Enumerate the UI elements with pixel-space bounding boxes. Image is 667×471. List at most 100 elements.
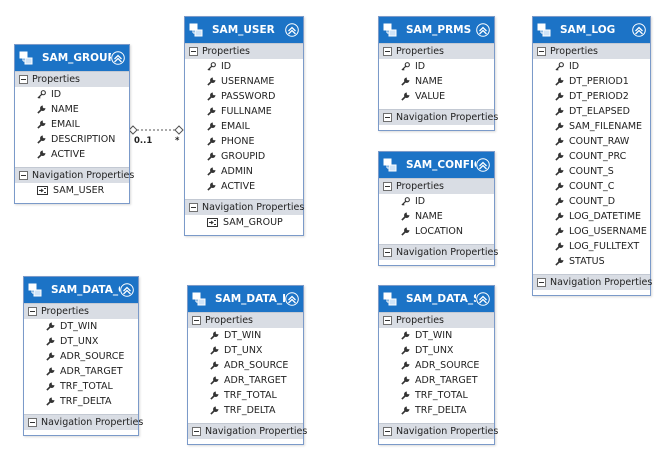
property-item[interactable]: ID xyxy=(185,59,303,74)
entity-sam-config[interactable]: SAM_CONFIG Properties ID NAME LOCATION Naviga… xyxy=(378,151,498,266)
collapse-chevron-icon[interactable] xyxy=(285,292,299,306)
property-item[interactable]: EMAIL xyxy=(185,119,303,134)
collapse-box-icon[interactable] xyxy=(383,182,392,191)
collapse-box-icon[interactable] xyxy=(19,171,28,180)
property-item[interactable]: COUNT_RAW xyxy=(533,134,650,149)
collapse-box-icon[interactable] xyxy=(192,316,201,325)
properties-section-header[interactable]: Properties xyxy=(533,43,650,59)
property-item[interactable]: DT_UNX xyxy=(188,343,303,358)
collapse-box-icon[interactable] xyxy=(189,47,198,56)
property-item[interactable]: DT_PERIOD1 xyxy=(533,74,650,89)
property-item[interactable]: ADR_SOURCE xyxy=(188,358,303,373)
collapse-box-icon[interactable] xyxy=(537,278,546,287)
collapse-chevron-icon[interactable] xyxy=(632,23,646,37)
property-item[interactable]: ADR_TARGET xyxy=(379,373,494,388)
property-item[interactable]: DT_WIN xyxy=(188,328,303,343)
collapse-box-icon[interactable] xyxy=(383,113,392,122)
navigation-section-header[interactable]: Navigation Properties xyxy=(379,244,498,260)
navigation-section-header[interactable]: Navigation Properties xyxy=(533,274,652,290)
entity-sam-user[interactable]: SAM_USER Properties ID USERNAME PASSWORD FULL… xyxy=(184,16,304,236)
property-item[interactable]: ADR_SOURCE xyxy=(24,349,138,364)
properties-section-header[interactable]: Properties xyxy=(379,312,494,328)
navigation-section-header[interactable]: Navigation Properties xyxy=(185,199,304,215)
property-item[interactable]: LOG_DATETIME xyxy=(533,209,650,224)
property-item[interactable]: LOG_FULLTEXT xyxy=(533,239,650,254)
entity-sam-data-c[interactable]: SAM_DATA_C Properties DT_WIN DT_UNX ADR_SOUR… xyxy=(23,276,143,436)
collapse-box-icon[interactable] xyxy=(189,203,198,212)
property-item[interactable]: TRF_DELTA xyxy=(188,403,303,418)
property-item[interactable]: ID xyxy=(379,59,494,74)
property-item[interactable]: ID xyxy=(15,87,129,102)
property-item[interactable]: COUNT_PRC xyxy=(533,149,650,164)
navigation-section-header[interactable]: Navigation Properties xyxy=(379,109,498,125)
properties-section-header[interactable]: Properties xyxy=(15,71,129,87)
property-item[interactable]: TRF_DELTA xyxy=(379,403,494,418)
collapse-chevron-icon[interactable] xyxy=(120,283,134,297)
property-item[interactable]: TRF_TOTAL xyxy=(24,379,138,394)
property-item[interactable]: NAME xyxy=(379,209,494,224)
navigation-section-header[interactable]: Navigation Properties xyxy=(379,423,498,439)
entity-sam-log[interactable]: SAM_LOG Properties ID DT_PERIOD1 DT_PERIOD2 D… xyxy=(532,16,652,296)
properties-section-header[interactable]: Properties xyxy=(379,178,494,194)
property-item[interactable]: DESCRIPTION xyxy=(15,132,129,147)
collapse-box-icon[interactable] xyxy=(19,75,28,84)
collapse-chevron-icon[interactable] xyxy=(476,292,490,306)
property-item[interactable]: DT_WIN xyxy=(24,319,138,334)
collapse-box-icon[interactable] xyxy=(192,427,201,436)
property-item[interactable]: ADR_SOURCE xyxy=(379,358,494,373)
navigation-section-header[interactable]: Navigation Properties xyxy=(15,167,134,183)
entity-sam-data-s[interactable]: SAM_DATA_S Properties DT_WIN DT_UNX ADR_SOUR… xyxy=(378,285,498,445)
property-item[interactable]: VALUE xyxy=(379,89,494,104)
navigation-item[interactable]: SAM_USER xyxy=(15,183,129,198)
entity-sam-data-d[interactable]: SAM_DATA_D Properties DT_WIN DT_UNX ADR_SOUR… xyxy=(187,285,307,445)
property-item[interactable]: COUNT_S xyxy=(533,164,650,179)
property-item[interactable]: PHONE xyxy=(185,134,303,149)
property-item[interactable]: GROUPID xyxy=(185,149,303,164)
property-item[interactable]: SAM_FILENAME xyxy=(533,119,650,134)
navigation-section-header[interactable]: Navigation Properties xyxy=(188,423,307,439)
collapse-box-icon[interactable] xyxy=(28,307,37,316)
property-item[interactable]: ADMIN xyxy=(185,164,303,179)
collapse-box-icon[interactable] xyxy=(537,47,546,56)
entity-sam-group[interactable]: SAM_GROUP Properties ID NAME EMAIL DESCRIPTIO… xyxy=(14,44,134,204)
property-item[interactable]: TRF_TOTAL xyxy=(379,388,494,403)
collapse-box-icon[interactable] xyxy=(28,418,37,427)
property-item[interactable]: DT_UNX xyxy=(24,334,138,349)
property-item[interactable]: COUNT_C xyxy=(533,179,650,194)
property-item[interactable]: ACTIVE xyxy=(15,147,129,162)
property-item[interactable]: EMAIL xyxy=(15,117,129,132)
properties-section-header[interactable]: Properties xyxy=(188,312,303,328)
collapse-chevron-icon[interactable] xyxy=(476,23,490,37)
collapse-box-icon[interactable] xyxy=(383,316,392,325)
properties-section-header[interactable]: Properties xyxy=(24,303,138,319)
property-item[interactable]: DT_WIN xyxy=(379,328,494,343)
navigation-section-header[interactable]: Navigation Properties xyxy=(24,414,143,430)
collapse-chevron-icon[interactable] xyxy=(476,158,490,172)
collapse-box-icon[interactable] xyxy=(383,47,392,56)
properties-section-header[interactable]: Properties xyxy=(379,43,494,59)
property-item[interactable]: USERNAME xyxy=(185,74,303,89)
property-item[interactable]: FULLNAME xyxy=(185,104,303,119)
entity-sam-prms[interactable]: SAM_PRMS Properties ID NAME VALUE Navigation … xyxy=(378,16,498,131)
collapse-box-icon[interactable] xyxy=(383,427,392,436)
property-item[interactable]: COUNT_D xyxy=(533,194,650,209)
property-item[interactable]: STATUS xyxy=(533,254,650,269)
property-item[interactable]: TRF_TOTAL xyxy=(188,388,303,403)
properties-section-header[interactable]: Properties xyxy=(185,43,303,59)
property-item[interactable]: ADR_TARGET xyxy=(24,364,138,379)
property-item[interactable]: ID xyxy=(533,59,650,74)
property-item[interactable]: PASSWORD xyxy=(185,89,303,104)
property-item[interactable]: NAME xyxy=(15,102,129,117)
property-item[interactable]: ADR_TARGET xyxy=(188,373,303,388)
collapse-chevron-icon[interactable] xyxy=(285,23,299,37)
collapse-chevron-icon[interactable] xyxy=(111,51,125,65)
property-item[interactable]: DT_ELAPSED xyxy=(533,104,650,119)
property-item[interactable]: LOG_USERNAME xyxy=(533,224,650,239)
property-item[interactable]: LOCATION xyxy=(379,224,494,239)
property-item[interactable]: ACTIVE xyxy=(185,179,303,194)
property-item[interactable]: DT_UNX xyxy=(379,343,494,358)
property-item[interactable]: TRF_DELTA xyxy=(24,394,138,409)
property-item[interactable]: NAME xyxy=(379,74,494,89)
property-item[interactable]: DT_PERIOD2 xyxy=(533,89,650,104)
property-item[interactable]: ID xyxy=(379,194,494,209)
